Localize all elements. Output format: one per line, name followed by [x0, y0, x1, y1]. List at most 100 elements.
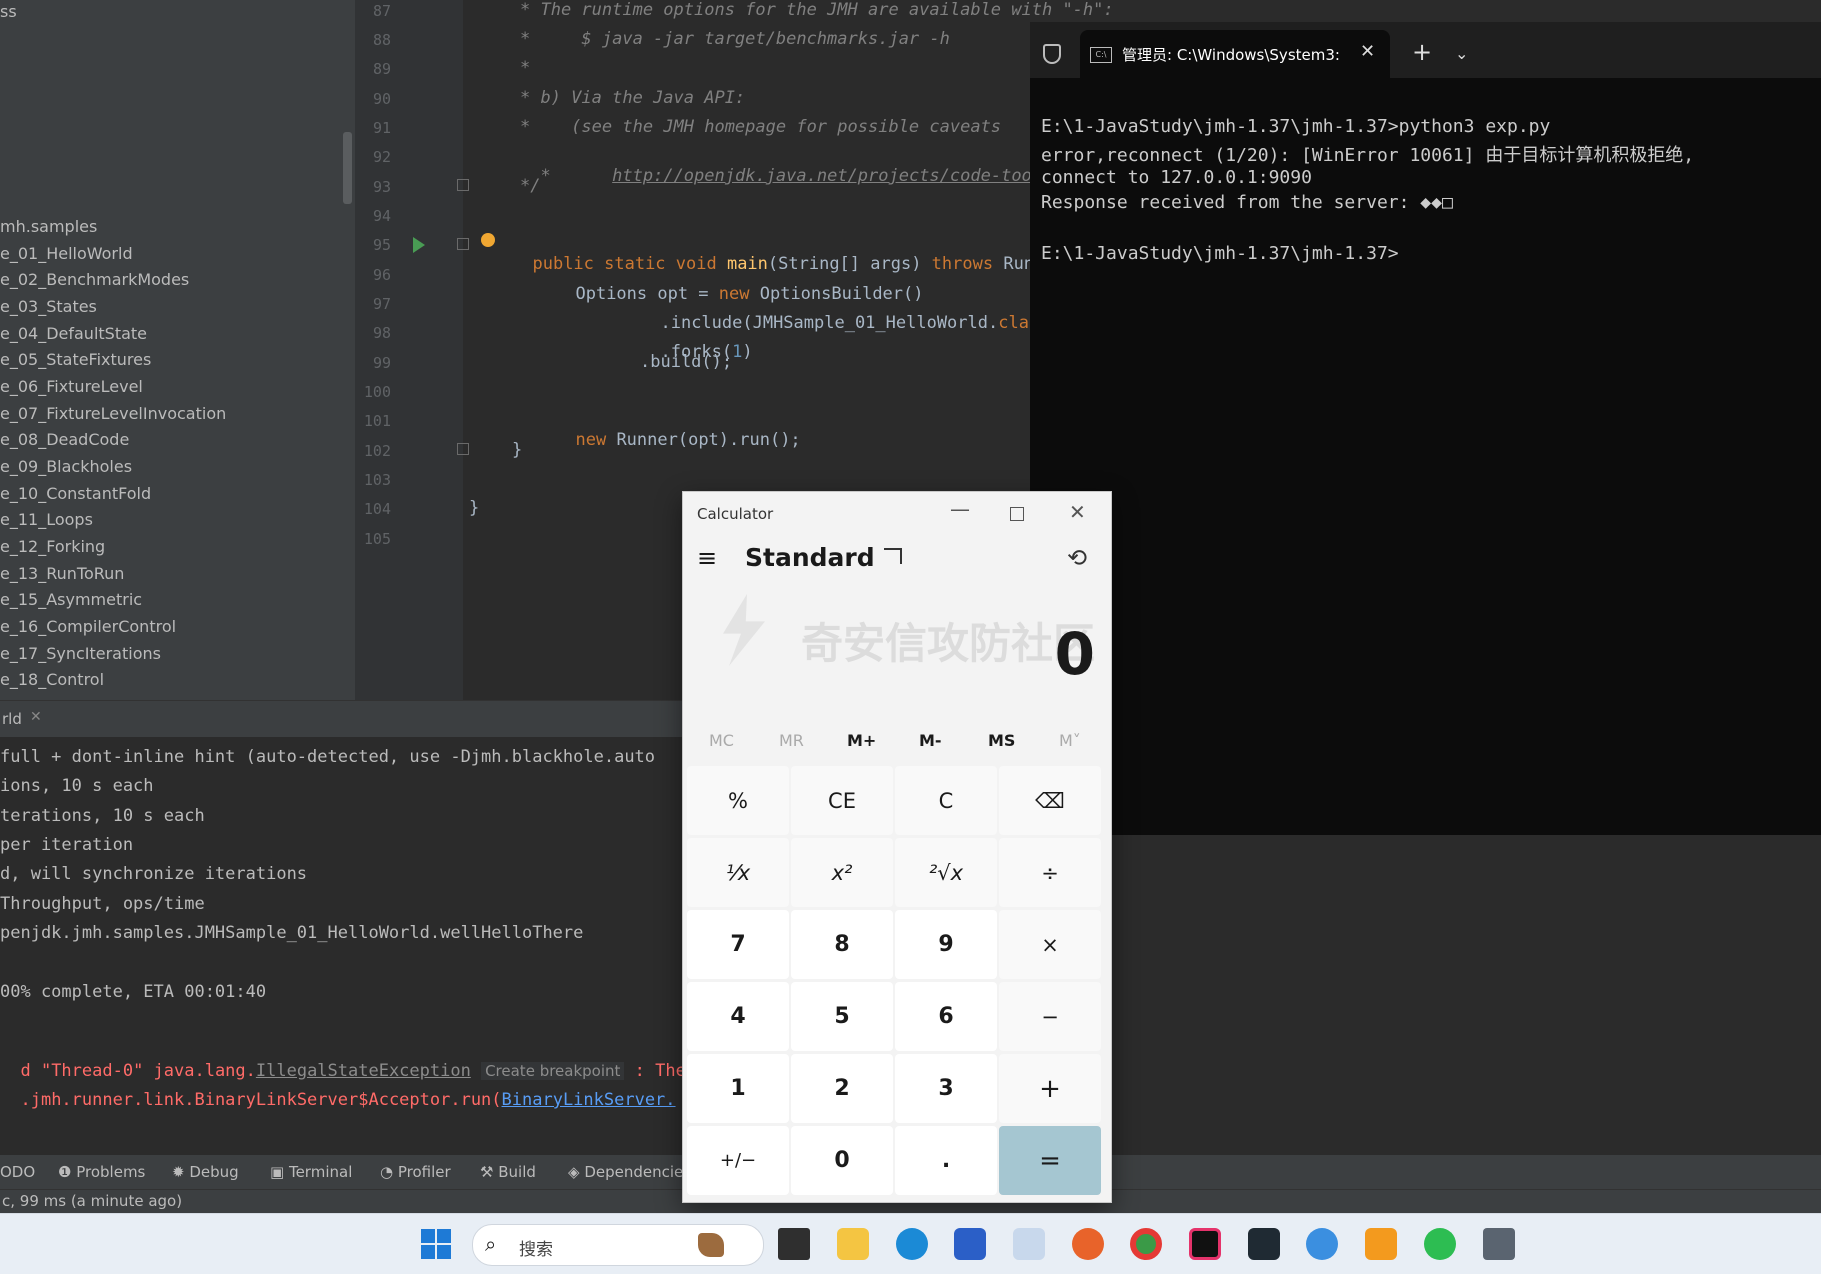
- close-icon[interactable]: ✕: [30, 709, 42, 725]
- tree-item[interactable]: e_02_BenchmarkModes: [0, 270, 189, 289]
- line-number: 94: [372, 207, 391, 225]
- tree-item[interactable]: e_03_States: [0, 297, 97, 316]
- terminal-tab[interactable]: C:\ 管理员: C:\Windows\System3: ✕: [1080, 30, 1390, 78]
- tool-problems[interactable]: ❶ Problems: [58, 1163, 145, 1181]
- memory-subtract-button[interactable]: M-: [919, 731, 942, 750]
- digit-3-button[interactable]: 3: [895, 1054, 997, 1123]
- tree-item[interactable]: e_08_DeadCode: [0, 430, 129, 449]
- fold-marker-icon[interactable]: [457, 443, 469, 455]
- maximize-icon[interactable]: [1010, 507, 1024, 521]
- tree-item[interactable]: e_12_Forking: [0, 537, 105, 556]
- memory-recall-button[interactable]: MR: [779, 731, 804, 750]
- tree-item[interactable]: mh.samples: [0, 217, 97, 236]
- tree-item[interactable]: e_06_FixtureLevel: [0, 377, 143, 396]
- tree-item[interactable]: e_04_DefaultState: [0, 324, 147, 343]
- tree-item[interactable]: e_01_HelloWorld: [0, 244, 133, 263]
- clear-entry-button[interactable]: CE: [791, 766, 893, 835]
- subtract-button[interactable]: −: [999, 982, 1101, 1051]
- digit-8-button[interactable]: 8: [791, 910, 893, 979]
- sublime-text-icon[interactable]: [1365, 1228, 1397, 1260]
- digit-6-button[interactable]: 6: [895, 982, 997, 1051]
- lightbulb-icon[interactable]: [481, 233, 495, 247]
- console-line: penjdk.jmh.samples.JMHSample_01_HelloWor…: [0, 923, 584, 943]
- tool-dependencies[interactable]: ◈ Dependencie: [568, 1163, 683, 1181]
- memory-list-button[interactable]: M˅: [1059, 731, 1081, 750]
- negate-button[interactable]: +/−: [687, 1126, 789, 1195]
- terminal-app-icon[interactable]: [1248, 1228, 1280, 1260]
- history-icon[interactable]: ⟲: [1067, 544, 1087, 572]
- minimize-icon[interactable]: —: [950, 497, 970, 521]
- square-button[interactable]: x²: [791, 838, 893, 907]
- digit-1-button[interactable]: 1: [687, 1054, 789, 1123]
- chart-app-icon[interactable]: [1013, 1228, 1045, 1260]
- multiply-button[interactable]: ×: [999, 910, 1101, 979]
- run-gutter-icon[interactable]: [413, 237, 425, 253]
- line-number: 100: [363, 383, 391, 401]
- tool-debug[interactable]: ✹ Debug: [172, 1163, 239, 1181]
- tool-label: Build: [498, 1163, 536, 1181]
- store-icon[interactable]: [954, 1228, 986, 1260]
- reciprocal-button[interactable]: ⅟x: [687, 838, 789, 907]
- source-link[interactable]: BinaryLinkServer.: [502, 1090, 676, 1110]
- start-windows-icon[interactable]: [421, 1229, 451, 1259]
- tool-terminal[interactable]: ▣ Terminal: [270, 1163, 352, 1181]
- digit-2-button[interactable]: 2: [791, 1054, 893, 1123]
- memory-clear-button[interactable]: MC: [709, 731, 734, 750]
- line-number: 99: [372, 354, 391, 372]
- edge-browser-icon[interactable]: [896, 1228, 928, 1260]
- tree-item[interactable]: e_17_SyncIterations: [0, 644, 161, 663]
- line-number: 88: [372, 31, 391, 49]
- equals-button[interactable]: =: [999, 1126, 1101, 1195]
- chevron-down-icon[interactable]: ⌄: [1455, 44, 1468, 63]
- divide-button[interactable]: ÷: [999, 838, 1101, 907]
- taskbar-search[interactable]: ⌕ 搜索: [472, 1224, 764, 1266]
- square-root-button[interactable]: ²√x: [895, 838, 997, 907]
- wechat-icon[interactable]: [1424, 1228, 1456, 1260]
- digit-7-button[interactable]: 7: [687, 910, 789, 979]
- calculator-app-icon[interactable]: [1483, 1228, 1515, 1260]
- tree-item[interactable]: e_18_Control: [0, 670, 104, 689]
- digit-0-button[interactable]: 0: [791, 1126, 893, 1195]
- messenger-icon[interactable]: [1306, 1228, 1338, 1260]
- tree-item[interactable]: e_07_FixtureLevelInvocation: [0, 404, 226, 423]
- tree-item[interactable]: e_15_Asymmetric: [0, 590, 142, 609]
- fold-marker-icon[interactable]: [457, 238, 469, 250]
- tool-build[interactable]: ⚒ Build: [480, 1163, 536, 1181]
- console-error-line: .jmh.runner.link.BinaryLinkServer$Accept…: [0, 1070, 676, 1110]
- tree-item[interactable]: e_10_ConstantFold: [0, 484, 151, 503]
- keep-on-top-icon[interactable]: [884, 548, 902, 564]
- percent-button[interactable]: %: [687, 766, 789, 835]
- digit-5-button[interactable]: 5: [791, 982, 893, 1051]
- calculator-display: 0: [1054, 620, 1095, 688]
- tree-item[interactable]: e_09_Blackholes: [0, 457, 132, 476]
- clear-button[interactable]: C: [895, 766, 997, 835]
- tree-item[interactable]: e_05_StateFixtures: [0, 350, 151, 369]
- digit-9-button[interactable]: 9: [895, 910, 997, 979]
- run-tab-label[interactable]: rld: [2, 710, 22, 728]
- terminal-prompt[interactable]: E:\1-JavaStudy\jmh-1.37\jmh-1.37>: [1041, 243, 1399, 264]
- close-icon[interactable]: ✕: [1360, 41, 1375, 62]
- digit-4-button[interactable]: 4: [687, 982, 789, 1051]
- chrome-icon[interactable]: [1130, 1228, 1162, 1260]
- backspace-button[interactable]: ⌫: [999, 766, 1101, 835]
- tree-item[interactable]: e_16_CompilerControl: [0, 617, 176, 636]
- new-tab-plus-icon[interactable]: +: [1412, 38, 1432, 66]
- code-link[interactable]: http://openjdk.java.net/projects/code-to…: [612, 166, 1032, 186]
- firefox-icon[interactable]: [1072, 1228, 1104, 1260]
- hamburger-menu-icon[interactable]: ≡: [697, 544, 717, 572]
- fold-marker-icon[interactable]: [457, 179, 469, 191]
- console-token: .jmh.runner.link.BinaryLinkServer$Accept…: [20, 1090, 502, 1110]
- intellij-icon[interactable]: [1189, 1228, 1221, 1260]
- project-tree-scrollbar[interactable]: [343, 132, 352, 204]
- tool-todo[interactable]: ODO: [0, 1163, 35, 1181]
- add-button[interactable]: +: [999, 1054, 1101, 1123]
- decimal-button[interactable]: .: [895, 1126, 997, 1195]
- memory-store-button[interactable]: MS: [988, 731, 1015, 750]
- close-icon[interactable]: ✕: [1069, 500, 1086, 524]
- memory-add-button[interactable]: M+: [847, 731, 876, 750]
- tree-item[interactable]: e_13_RunToRun: [0, 564, 124, 583]
- task-view-icon[interactable]: [778, 1228, 810, 1260]
- tool-profiler[interactable]: ◔ Profiler: [380, 1163, 451, 1181]
- tree-item[interactable]: e_11_Loops: [0, 510, 93, 529]
- file-explorer-icon[interactable]: [837, 1228, 869, 1260]
